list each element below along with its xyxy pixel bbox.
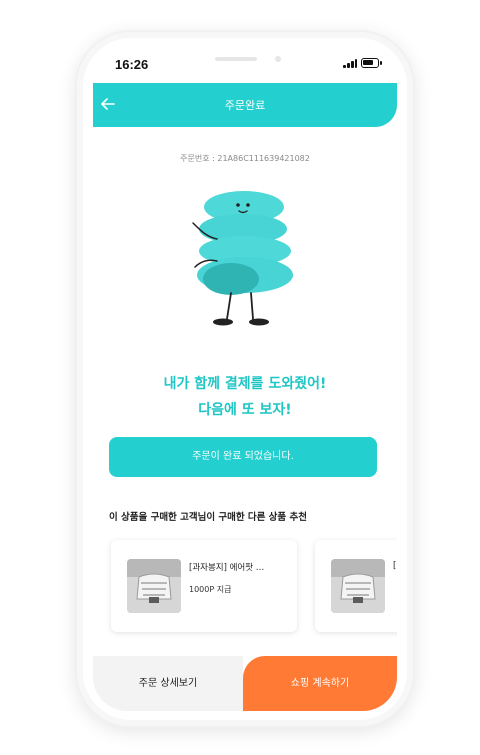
status-bar: 16:26: [93, 47, 397, 83]
battery-icon: [361, 58, 382, 68]
product-card[interactable]: [: [315, 540, 397, 632]
order-number: 주문번호 : 21A86C111639421082: [180, 154, 310, 163]
speaker-notch: [215, 57, 257, 61]
product-point: 1000P 지급: [189, 585, 232, 594]
product-card[interactable]: [과자봉지] 에어팟 … 1000P 지급: [111, 540, 297, 632]
order-complete-button[interactable]: 주문이 완료 되었습니다.: [109, 437, 377, 477]
app-screen: 16:26 주문완료 주문번호 : 21A86C111639421082 내가 …: [93, 47, 397, 711]
thanks-message-line1: 내가 함께 결제를 도와줬어!: [163, 376, 327, 392]
app-header: 주문완료: [93, 83, 397, 127]
signal-icon: [343, 59, 357, 68]
product-name: [과자봉지] 에어팟 …: [189, 563, 265, 573]
mascot-illustration: [192, 191, 293, 326]
bottom-action-bar: 주문 상세보기 쇼핑 계속하기: [93, 656, 397, 711]
order-detail-button[interactable]: 주문 상세보기: [93, 656, 243, 711]
camera-dot: [275, 56, 281, 62]
product-thumbnail: [127, 559, 181, 613]
thanks-message-line2: 다음에 또 보자!: [198, 402, 292, 418]
recommend-section-title: 이 상품을 구매한 고객님이 구매한 다른 상품 추천: [109, 512, 307, 523]
status-time: 16:26: [115, 57, 149, 72]
product-thumbnail: [331, 559, 385, 613]
page-title: 주문완료: [224, 99, 266, 112]
product-name: [: [393, 561, 397, 571]
continue-shopping-button[interactable]: 쇼핑 계속하기: [243, 656, 397, 711]
